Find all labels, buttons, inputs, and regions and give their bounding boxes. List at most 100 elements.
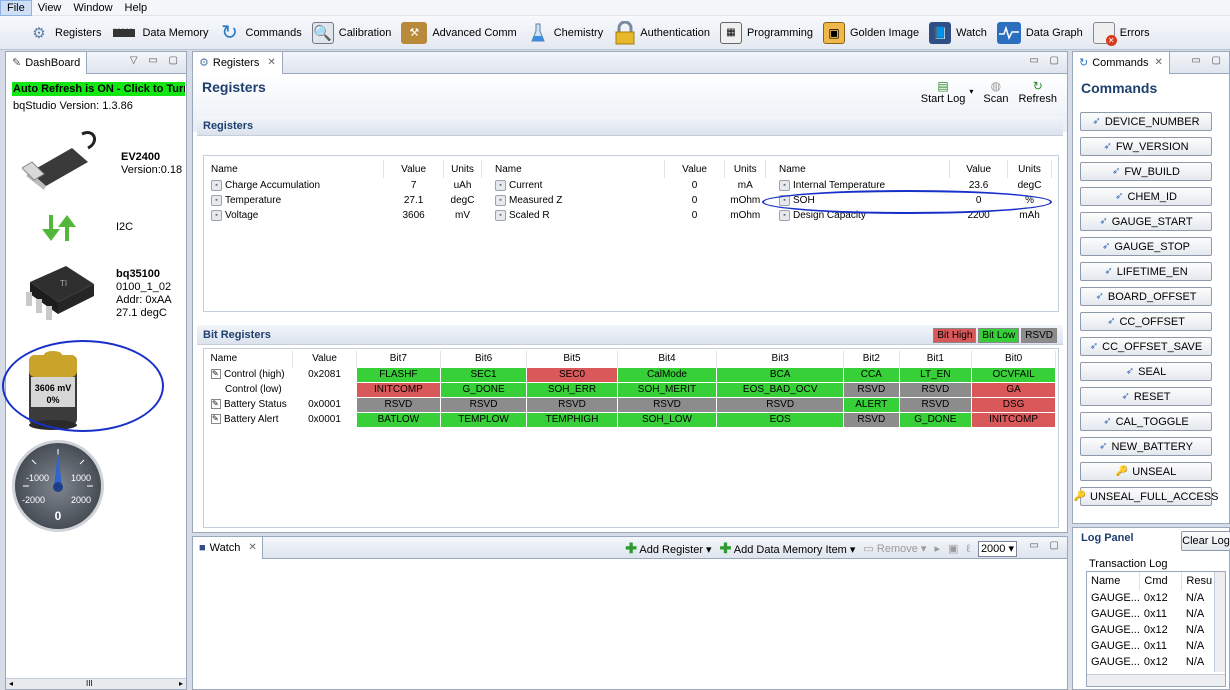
command-button[interactable]: 🔑 UNSEAL bbox=[1080, 462, 1212, 481]
scroll-thumb[interactable]: III bbox=[86, 679, 93, 688]
tab-commands[interactable]: ↻ Commands ✕ bbox=[1073, 51, 1170, 74]
clear-log-button[interactable]: Clear Log bbox=[1181, 531, 1230, 551]
bit-cell[interactable]: SEC1 bbox=[439, 366, 528, 383]
table-row[interactable]: GAUGE... 0x12 N/A bbox=[1087, 654, 1215, 670]
menu-view[interactable]: View bbox=[32, 0, 68, 16]
bit-cell[interactable]: RSVD bbox=[439, 396, 528, 413]
toolbar-data-memory[interactable]: Data Memory bbox=[111, 18, 209, 48]
menu-help[interactable]: Help bbox=[119, 0, 154, 16]
bit-cell[interactable]: BATLOW bbox=[356, 411, 441, 428]
bit-cell[interactable]: SOH_LOW bbox=[616, 411, 718, 428]
bit-cell[interactable]: ALERT bbox=[843, 396, 900, 413]
bit-cell[interactable]: RSVD bbox=[526, 396, 618, 413]
bit-cell[interactable]: INITCOMP bbox=[971, 411, 1056, 428]
tab-watch[interactable]: ■ Watch ✕ bbox=[193, 536, 263, 559]
bit-cell[interactable]: RSVD bbox=[898, 381, 973, 398]
bit-cell[interactable]: G_DONE bbox=[439, 381, 528, 398]
refresh-button[interactable]: ↻ Refresh bbox=[1018, 79, 1057, 105]
close-icon[interactable]: ✕ bbox=[1154, 57, 1162, 68]
table-row[interactable]: ▪ Design Capacity 2200 mAh bbox=[776, 208, 1052, 223]
commands-window-controls[interactable]: ▭ ▢ bbox=[1191, 55, 1225, 66]
add-data-memory-button[interactable]: ✚ Add Data Memory Item ▾ bbox=[720, 540, 856, 557]
menu-file[interactable]: File bbox=[0, 0, 32, 16]
bit-cell[interactable]: RSVD bbox=[843, 381, 900, 398]
bit-cell[interactable]: TEMPLOW bbox=[439, 411, 528, 428]
dashboard-hscrollbar[interactable]: ◂ III ▸ bbox=[6, 678, 186, 689]
command-button[interactable]: ➶ DEVICE_NUMBER bbox=[1080, 112, 1212, 131]
command-button[interactable]: ➶ LIFETIME_EN bbox=[1080, 262, 1212, 281]
play-icon[interactable]: ▸ bbox=[934, 542, 940, 555]
command-button[interactable]: ➶ CC_OFFSET_SAVE bbox=[1080, 337, 1212, 356]
table-row[interactable]: Control (low) INITCOMP G_DONE SOH_ERR SOH_ME… bbox=[206, 381, 1056, 398]
command-button[interactable]: ➶ FW_VERSION bbox=[1080, 137, 1212, 156]
table-row[interactable]: ▪ SOH 0% bbox=[776, 193, 1052, 208]
bit-cell[interactable]: SEC0 bbox=[526, 366, 618, 383]
command-button[interactable]: ➶ BOARD_OFFSET bbox=[1080, 287, 1212, 306]
toolbar-advanced-comm[interactable]: ⚒ Advanced Comm bbox=[401, 18, 517, 48]
command-button[interactable]: ➶ CHEM_ID bbox=[1080, 187, 1212, 206]
bit-cell[interactable]: RSVD bbox=[898, 396, 973, 413]
scroll-left-icon[interactable]: ◂ bbox=[9, 679, 13, 688]
bit-cell[interactable]: OCVFAIL bbox=[971, 366, 1056, 383]
bit-cell[interactable]: RSVD bbox=[716, 396, 845, 413]
dashboard-window-controls[interactable]: ▽ ▭ ▢ bbox=[130, 55, 182, 66]
watch-window-controls[interactable]: ▭ ▢ bbox=[1029, 540, 1063, 551]
remove-button[interactable]: ▭ Remove ▾ bbox=[863, 542, 926, 555]
bit-cell[interactable]: EOS_BAD_OCV bbox=[716, 381, 845, 398]
edit-icon[interactable]: ✎ bbox=[211, 369, 221, 380]
log-vscrollbar[interactable] bbox=[1214, 572, 1225, 672]
bit-cell[interactable]: FLASHF bbox=[356, 366, 441, 383]
bit-cell[interactable]: SOH_MERIT bbox=[616, 381, 718, 398]
registers-window-controls[interactable]: ▭ ▢ bbox=[1029, 55, 1063, 66]
log-hscrollbar[interactable] bbox=[1087, 674, 1225, 686]
toolbar-calibration[interactable]: 🔍 Calibration bbox=[311, 18, 391, 48]
bit-cell[interactable]: SOH_ERR bbox=[526, 381, 618, 398]
edit-icon[interactable]: ✎ bbox=[211, 414, 221, 425]
scroll-right-icon[interactable]: ▸ bbox=[179, 679, 183, 688]
toolbar-data-graph[interactable]: Data Graph bbox=[996, 18, 1083, 48]
bit-cell[interactable]: CalMode bbox=[616, 366, 718, 383]
bit-cell[interactable]: RSVD bbox=[616, 396, 718, 413]
bit-cell[interactable]: RSVD bbox=[356, 396, 441, 413]
table-row[interactable]: ▪ Charge Accumulation 7 uAh bbox=[208, 178, 482, 193]
table-row[interactable]: ▪ Internal Temperature 23.6 degC bbox=[776, 178, 1052, 193]
toolbar-authentication[interactable]: Authentication bbox=[613, 18, 710, 48]
table-row[interactable]: ✎ Battery Status 0x0001 RSVD RSVD RSVD RSVD RSV… bbox=[206, 396, 1056, 413]
toolbar-watch[interactable]: 📘 Watch bbox=[929, 18, 987, 48]
table-row[interactable]: GAUGE... 0x11 N/A bbox=[1087, 606, 1215, 622]
bit-cell[interactable]: CCA bbox=[843, 366, 900, 383]
toolbar-chemistry[interactable]: Chemistry bbox=[527, 18, 603, 48]
bit-cell[interactable]: GA bbox=[971, 381, 1056, 398]
table-row[interactable]: ▪ Measured Z 0 mOhm bbox=[492, 193, 766, 208]
add-register-button[interactable]: ✚ Add Register ▾ bbox=[625, 540, 711, 557]
command-button[interactable]: ➶ CC_OFFSET bbox=[1080, 312, 1212, 331]
tab-registers[interactable]: ⚙ Registers ✕ bbox=[193, 51, 283, 74]
command-button[interactable]: ➶ GAUGE_STOP bbox=[1080, 237, 1212, 256]
close-icon[interactable]: ✕ bbox=[248, 542, 256, 553]
table-row[interactable]: ▪ Temperature 27.1 degC bbox=[208, 193, 482, 208]
toolbar-golden-image[interactable]: ▣ Golden Image bbox=[822, 18, 919, 48]
tab-dashboard[interactable]: ✎ DashBoard bbox=[6, 51, 88, 74]
command-button[interactable]: ➶ NEW_BATTERY bbox=[1080, 437, 1212, 456]
table-row[interactable]: GAUGE... 0x12 N/A bbox=[1087, 622, 1215, 638]
edit-icon[interactable]: ✎ bbox=[211, 399, 221, 410]
bit-cell[interactable]: BCA bbox=[716, 366, 845, 383]
toolbar-commands[interactable]: ↻ Commands bbox=[219, 18, 302, 48]
menu-window[interactable]: Window bbox=[67, 0, 118, 16]
bit-cell[interactable]: EOS bbox=[716, 411, 845, 428]
table-row[interactable]: ▪ Voltage 3606 mV bbox=[208, 208, 482, 223]
toolbar-registers[interactable]: ⚙ Registers bbox=[28, 18, 101, 48]
table-row[interactable]: ✎ Battery Alert 0x0001 BATLOW TEMPLOW TEMPHIG… bbox=[206, 411, 1056, 428]
bit-cell[interactable]: TEMPHIGH bbox=[526, 411, 618, 428]
table-row[interactable]: ▪ Current 0 mA bbox=[492, 178, 766, 193]
auto-refresh-toggle[interactable]: Auto Refresh is ON - Click to Turn Off bbox=[12, 82, 185, 96]
bit-cell[interactable]: RSVD bbox=[843, 411, 900, 428]
toolbar-errors[interactable]: ✕ Errors bbox=[1092, 18, 1150, 48]
table-row[interactable]: GAUGE... 0x12 N/A bbox=[1087, 590, 1215, 606]
toolbar-programming[interactable]: ▦ Programming bbox=[719, 18, 813, 48]
bit-cell[interactable]: DSG bbox=[971, 396, 1056, 413]
command-button[interactable]: ➶ SEAL bbox=[1080, 362, 1212, 381]
save-icon[interactable]: ▣ bbox=[948, 542, 958, 555]
bit-cell[interactable]: INITCOMP bbox=[356, 381, 441, 398]
bit-cell[interactable]: LT_EN bbox=[898, 366, 973, 383]
